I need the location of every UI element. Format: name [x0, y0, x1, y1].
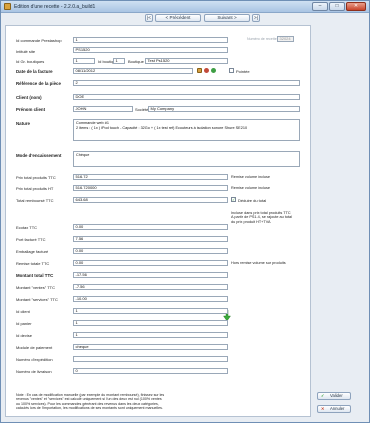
id-panier-field[interactable]: 1 — [73, 320, 228, 326]
montant-total-label: Montant total TTC — [16, 273, 54, 278]
reference-field[interactable]: 2 — [73, 80, 300, 86]
calendar-icon[interactable] — [197, 68, 202, 73]
next-button[interactable]: Suivant > — [204, 14, 250, 22]
id-commande-label: Id commande Prestashop — [16, 38, 62, 43]
record-number-label: Numéro de recette : — [247, 37, 279, 41]
montant-ventes-field[interactable]: -7.56 — [73, 284, 228, 290]
mode-encaissement-label: Mode d'encaissement — [16, 153, 62, 158]
id-client-field[interactable]: 1 — [73, 308, 228, 314]
remise-totale-label: Remise totale TTC — [16, 261, 50, 266]
id-panier-label: Id panier — [16, 321, 32, 326]
nature-label: Nature — [16, 121, 30, 126]
id-client-label: Id client — [16, 309, 30, 314]
date-facture-field[interactable]: 08/11/2012 — [73, 68, 193, 74]
module-paiement-label: Module de paiement — [16, 345, 53, 350]
remise-totale-note: Hors remise volume sur produits — [231, 261, 286, 265]
total-rembourse-label: Total remboursé TTC — [16, 198, 54, 203]
ecotax-side-note: Incluse dans prix total produits TTC A p… — [231, 211, 292, 224]
total-rembourse-field[interactable]: 643.68 — [73, 197, 228, 203]
previous-label: Précédent — [169, 15, 191, 20]
valider-button[interactable]: ✓ Valider — [317, 392, 351, 400]
record-number-field: 32024 — [277, 36, 294, 42]
societe-field[interactable]: My Company — [148, 106, 300, 112]
recipe-edit-window: Edition d'une recette - 2.2.0.a_build1 –… — [0, 0, 370, 423]
prix-total-ht-label: Prix total produits HT — [16, 186, 54, 191]
intitule-label: Intitulé site — [16, 49, 36, 54]
prenom-client-label: Prénom client — [16, 107, 46, 112]
boutique-label: Boutique — [128, 59, 144, 64]
check-icon: ✓ — [321, 393, 325, 398]
id-gr-boutiques-field[interactable]: 1 — [73, 58, 95, 64]
port-facture-field[interactable]: 7.56 — [73, 236, 228, 242]
maximize-button[interactable]: □ — [329, 2, 345, 11]
id-devise-label: Id devise — [16, 333, 33, 338]
id-commande-field[interactable]: 1 — [73, 37, 228, 43]
client-nom-label: Client (nom) — [16, 95, 42, 100]
numero-expedition-label: Numéro d'expédition — [16, 357, 53, 362]
nature-textarea[interactable]: Commande web #1 2 items : ( 1x ) iPod to… — [73, 119, 300, 141]
numero-expedition-field[interactable] — [73, 356, 228, 362]
societe-label: Société — [135, 107, 149, 112]
prix-total-ht-note: Remise volume incluse — [231, 186, 271, 190]
prix-total-ttc-label: Prix total produits TTC — [16, 175, 56, 180]
remise-totale-field[interactable]: 0.00 — [73, 260, 228, 266]
pointee-label: Pointée — [236, 69, 250, 74]
intitule-field[interactable]: PS1520 — [73, 47, 228, 53]
port-facture-label: Port facturé TTC — [16, 237, 46, 242]
next-label: Suivant — [217, 15, 233, 20]
minimize-button[interactable]: – — [312, 2, 328, 11]
previous-arrow-icon: < — [165, 15, 169, 20]
deduire-checkbox[interactable]: ✓ — [231, 197, 236, 202]
montant-services-field[interactable]: -10.00 — [73, 296, 228, 302]
montant-total-field[interactable]: -17.56 — [73, 272, 228, 278]
first-record-button[interactable]: |< — [145, 14, 153, 22]
montant-services-label: Montant "services" TTC — [16, 297, 58, 302]
window-title: Edition d'une recette - 2.2.0.a_build1 — [14, 3, 96, 10]
prix-total-ttc-field[interactable]: 516.72 — [73, 174, 228, 180]
title-bar[interactable]: Edition d'une recette - 2.2.0.a_build1 –… — [1, 1, 369, 13]
deduire-label: Déduire du total — [238, 198, 267, 203]
mode-encaissement-textarea[interactable]: Chèque — [73, 151, 300, 167]
ecotax-field[interactable]: 0.00 — [73, 224, 228, 230]
id-boutique-field[interactable]: 1 — [113, 58, 125, 64]
footer-note: Note : En cas de modification manuelle (… — [16, 393, 165, 410]
montant-ventes-label: Montant "ventes" TTC — [16, 285, 56, 290]
date-facture-label: Date de la facture — [16, 69, 53, 74]
next-arrow-icon: > — [233, 15, 237, 20]
last-record-button[interactable]: >| — [252, 14, 260, 22]
id-gr-boutiques-label: Id Gr. boutiques — [16, 59, 45, 64]
emballage-label: Emballage facturé — [16, 249, 49, 254]
client-nom-field[interactable]: DOE — [73, 94, 300, 100]
id-devise-field[interactable]: 1 — [73, 332, 228, 338]
reference-label: Référence de la pièce — [16, 81, 61, 86]
close-button[interactable]: ✕ — [346, 2, 366, 11]
ecotax-label: Ecotax TTC — [16, 225, 38, 230]
annuler-label: Annuler — [330, 406, 345, 411]
today-icon[interactable] — [211, 68, 216, 73]
clear-date-icon[interactable] — [204, 68, 209, 73]
module-paiement-field[interactable]: cheque — [73, 344, 228, 350]
annuler-button[interactable]: ✕ Annuler — [317, 405, 351, 413]
navigation-toolbar: |< < Précédent Suivant > >| — [1, 14, 369, 24]
prenom-client-field[interactable]: JOHN — [73, 106, 133, 112]
pointee-checkbox[interactable] — [229, 68, 234, 73]
numero-livraison-label: Numéro de livraison — [16, 369, 52, 374]
emballage-field[interactable]: 0.00 — [73, 248, 228, 254]
numero-livraison-field[interactable]: 0 — [73, 368, 228, 374]
previous-button[interactable]: < Précédent — [155, 14, 201, 22]
cancel-icon: ✕ — [321, 406, 325, 411]
prix-total-ht-field[interactable]: 516.720000 — [73, 185, 228, 191]
valider-label: Valider — [330, 393, 343, 398]
app-icon — [4, 3, 11, 10]
prix-total-ttc-note: Remise volume incluse — [231, 175, 271, 179]
boutique-field[interactable]: Test Ps1520 — [145, 58, 228, 64]
